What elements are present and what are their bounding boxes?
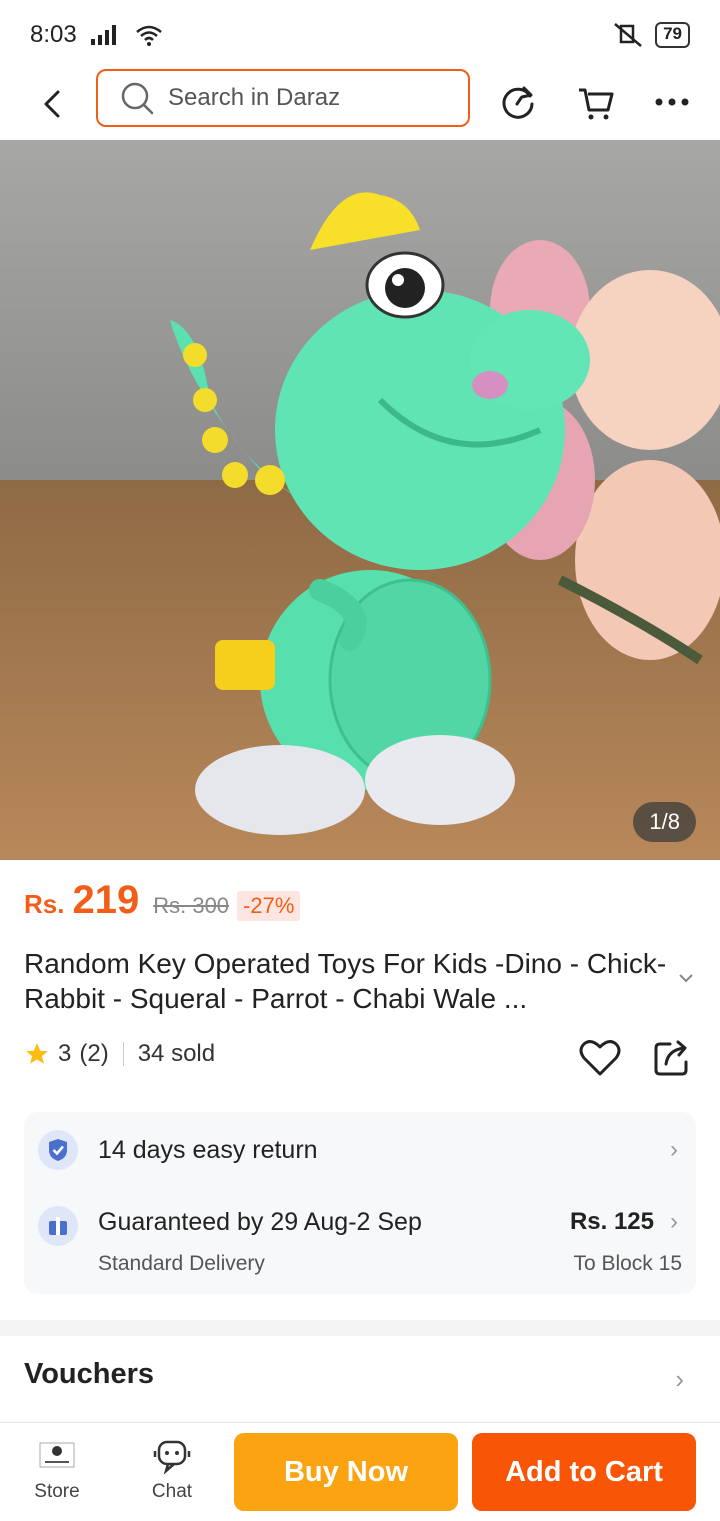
store-logo-icon (39, 1442, 75, 1468)
chevron-right-icon: › (670, 1136, 678, 1163)
delivery-location: To Block 15 (573, 1252, 682, 1275)
product-photo (0, 140, 720, 860)
top-header: Search in Daraz (0, 66, 720, 140)
buy-now-button[interactable]: Buy Now (234, 1433, 458, 1511)
store-label: Store (34, 1481, 80, 1502)
chat-icon (153, 1440, 191, 1475)
cart-button[interactable] (574, 80, 618, 124)
store-button[interactable]: Store (12, 1437, 102, 1503)
delivery-guarantee-text: Guaranteed by 29 Aug-2 Sep (98, 1208, 422, 1236)
image-counter: 1/8 (633, 802, 696, 842)
product-title: Random Key Operated Toys For Kids -Dino … (24, 948, 667, 1014)
vouchers-heading[interactable]: Vouchers (24, 1358, 154, 1391)
rating-count: (2) (79, 1040, 109, 1067)
signal-icon (90, 25, 116, 45)
bottom-action-bar: Store Chat Buy Now Add to Cart (0, 1422, 720, 1521)
rating-value: 3 (58, 1040, 72, 1067)
section-divider (0, 1320, 720, 1336)
mute-vibrate-icon (614, 23, 642, 47)
original-price: Rs. 300 (153, 893, 230, 918)
delivery-fee: Rs. 125 (569, 1208, 654, 1235)
chat-button[interactable]: Chat (127, 1437, 217, 1503)
product-image-gallery[interactable]: 1/8 (0, 140, 720, 860)
service-info-card: 14 days easy return › Guaranteed by 29 A… (24, 1112, 696, 1294)
discount-badge: -27% (237, 891, 301, 921)
expand-title-button[interactable] (678, 970, 694, 988)
delivery-icon (38, 1206, 78, 1246)
return-policy-text: 14 days easy return (98, 1135, 318, 1164)
delivery-row[interactable]: Guaranteed by 29 Aug-2 Sep Standard Deli… (38, 1206, 684, 1286)
wishlist-button[interactable] (578, 1036, 622, 1080)
sold-count: 34 sold (137, 1040, 216, 1067)
more-options-button[interactable] (650, 80, 694, 124)
price-row: Rs. 219 Rs. 300 -27% (24, 878, 301, 923)
add-to-cart-button[interactable]: Add to Cart (472, 1433, 696, 1511)
status-bar: 8:03 79 (0, 0, 720, 70)
current-price: 219 (72, 878, 140, 922)
cart-icon (579, 88, 614, 120)
share-icon (654, 1040, 688, 1076)
back-button[interactable] (32, 82, 72, 126)
chat-label: Chat (151, 1481, 193, 1502)
delivery-type: Standard Delivery (98, 1252, 265, 1275)
refresh-icon (502, 86, 534, 119)
refresh-button[interactable] (496, 80, 540, 124)
battery-indicator: 79 (655, 22, 690, 48)
share-button[interactable] (652, 1038, 692, 1078)
search-icon (121, 82, 154, 115)
divider (122, 1042, 124, 1066)
currency-label: Rs. (24, 889, 65, 919)
heart-icon (579, 1040, 621, 1076)
shield-check-icon (38, 1130, 78, 1170)
return-policy-row[interactable]: 14 days easy return › (38, 1130, 684, 1170)
chevron-right-icon[interactable]: › (675, 1364, 684, 1395)
chevron-right-icon: › (670, 1208, 678, 1235)
star-icon (26, 1043, 48, 1064)
search-placeholder: Search in Daraz (168, 84, 341, 111)
status-time: 8:03 (30, 21, 77, 48)
more-icon (655, 98, 689, 106)
chevron-left-icon (44, 90, 60, 118)
chevron-down-icon (679, 974, 693, 983)
wifi-icon (135, 25, 162, 46)
rating-row[interactable]: 3 (2) 34 sold (24, 1040, 215, 1068)
search-input[interactable]: Search in Daraz (96, 69, 470, 127)
